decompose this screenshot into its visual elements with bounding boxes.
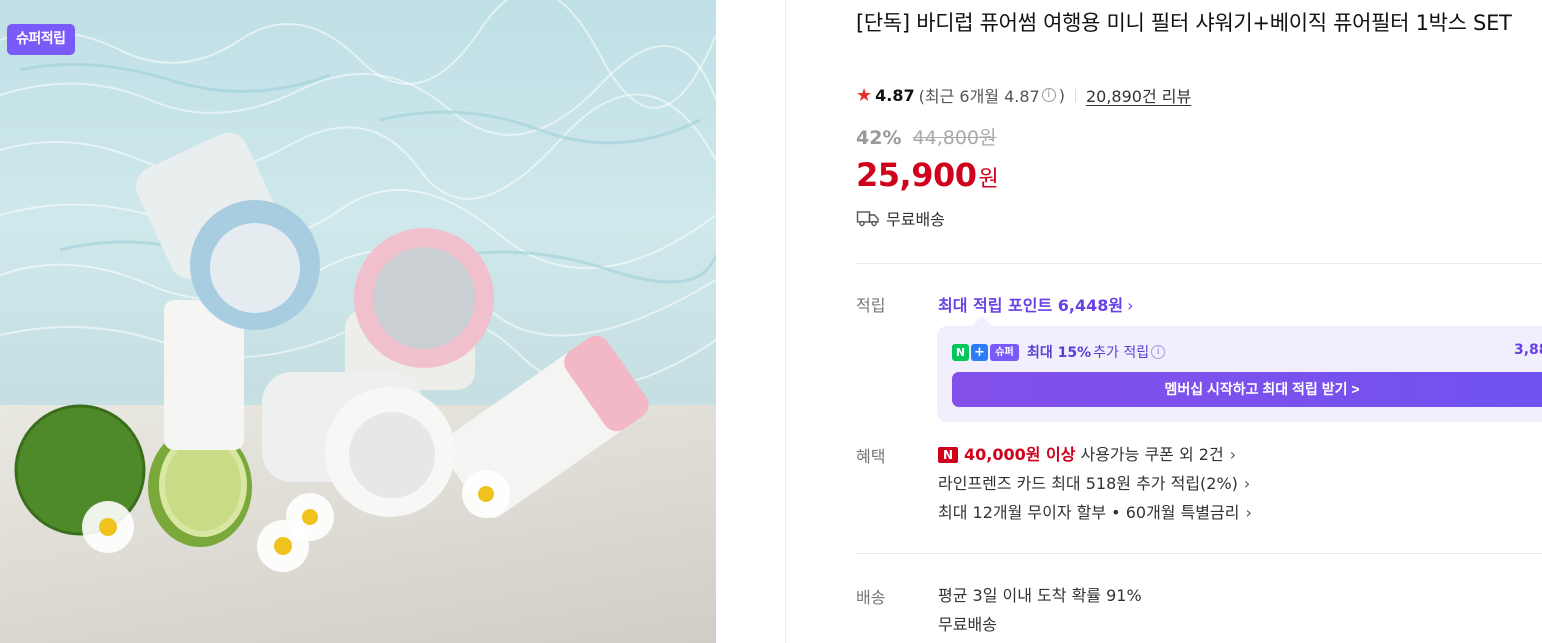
arrival-probability: 평균 3일 이내 도착 확률 91% bbox=[938, 586, 1142, 605]
promo-text: 추가 적립 bbox=[1093, 345, 1150, 361]
points-label: 적립 bbox=[856, 296, 886, 315]
truck-icon bbox=[856, 211, 879, 227]
card-benefit-text: 라인프렌즈 카드 최대 518원 추가 적립(2%) bbox=[938, 474, 1238, 493]
product-title: [단독] 바디럽 퓨어썸 여행용 미니 필터 샤워기+베이직 퓨어필터 1박스 … bbox=[856, 11, 1512, 35]
coupon-threshold: 40,000원 이상 bbox=[964, 445, 1076, 464]
sale-price: 25,900 bbox=[856, 156, 977, 194]
original-price: 44,800원 bbox=[912, 127, 997, 149]
panel-divider bbox=[785, 0, 786, 643]
review-count-link[interactable]: 20,890건 리뷰 bbox=[1086, 83, 1191, 107]
rating-recent-close: ) bbox=[1058, 85, 1065, 105]
card-benefit-row[interactable]: 라인프렌즈 카드 최대 518원 추가 적립(2%) › bbox=[938, 469, 1252, 498]
benefits-label: 혜택 bbox=[856, 447, 886, 466]
coupon-text: 사용가능 쿠폰 외 2건 bbox=[1080, 445, 1224, 464]
promo-line: N + 슈퍼 최대 15% 추가 적립 i bbox=[952, 342, 1168, 362]
naver-n-icon: N bbox=[952, 343, 969, 361]
product-image[interactable]: 슈퍼적립 bbox=[0, 0, 716, 643]
max-points-link[interactable]: 최대 적립 포인트 6,448원 › bbox=[938, 292, 1134, 316]
section-divider bbox=[856, 263, 1542, 264]
chevron-right-icon: › bbox=[1243, 474, 1251, 493]
shipping-row: 무료배송 bbox=[856, 206, 945, 230]
price-unit: 원 bbox=[978, 167, 999, 192]
divider bbox=[1074, 88, 1076, 102]
rating-score: 4.87 bbox=[875, 85, 915, 105]
installment-text: 최대 12개월 무이자 할부 • 60개월 특별금리 bbox=[938, 503, 1240, 522]
delivery-fee: 무료배송 bbox=[938, 615, 997, 634]
chevron-right-icon: › bbox=[1127, 296, 1134, 315]
rating-row: ★ 4.87 (최근 6개월 4.87 i ) 20,890건 리뷰 bbox=[856, 83, 1191, 107]
promo-pointer bbox=[972, 316, 992, 336]
super-chip: 슈퍼 bbox=[990, 343, 1019, 361]
membership-start-button[interactable]: 멤버십 시작하고 최대 적립 받기 > bbox=[952, 372, 1542, 407]
discount-rate: 42% bbox=[856, 127, 902, 149]
chevron-right-icon: › bbox=[1229, 445, 1237, 464]
delivery-label: 배송 bbox=[856, 588, 886, 607]
chevron-right-icon: › bbox=[1245, 503, 1252, 522]
coupon-row[interactable]: N 40,000원 이상 사용가능 쿠폰 외 2건 › bbox=[938, 440, 1252, 469]
discount-row: 42% 44,800원 bbox=[856, 123, 997, 150]
product-illustration bbox=[14, 132, 649, 572]
super-point-badge: 슈퍼적립 bbox=[7, 24, 75, 55]
product-info-panel: [단독] 바디럽 퓨어썸 여행용 미니 필터 샤워기+베이직 퓨어필터 1박스 … bbox=[856, 0, 1542, 643]
max-points-text: 최대 적립 포인트 6,448원 bbox=[938, 296, 1124, 315]
shipping-text: 무료배송 bbox=[886, 210, 945, 229]
section-divider bbox=[856, 553, 1542, 554]
info-icon[interactable]: i bbox=[1041, 88, 1056, 102]
star-icon: ★ bbox=[856, 84, 873, 106]
plus-icon: + bbox=[971, 343, 988, 361]
promo-rate: 최대 15% bbox=[1027, 345, 1092, 361]
rating-recent: (최근 6개월 4.87 bbox=[918, 87, 1040, 106]
benefit-list: N 40,000원 이상 사용가능 쿠폰 외 2건 › 라인프렌즈 카드 최대 … bbox=[938, 440, 1252, 527]
coupon-n-icon: N bbox=[938, 446, 958, 463]
price-row: 25,900원 bbox=[856, 156, 999, 194]
delivery-info: 평균 3일 이내 도착 확률 91% 무료배송 bbox=[938, 581, 1142, 639]
installment-row[interactable]: 최대 12개월 무이자 할부 • 60개월 특별금리 › bbox=[938, 498, 1252, 527]
membership-promo-box: N + 슈퍼 최대 15% 추가 적립 i 3,88 멤버십 시작하고 최대 적… bbox=[937, 316, 1542, 422]
info-icon[interactable]: i bbox=[1151, 345, 1166, 359]
promo-amount: 3,88 bbox=[1514, 342, 1542, 358]
